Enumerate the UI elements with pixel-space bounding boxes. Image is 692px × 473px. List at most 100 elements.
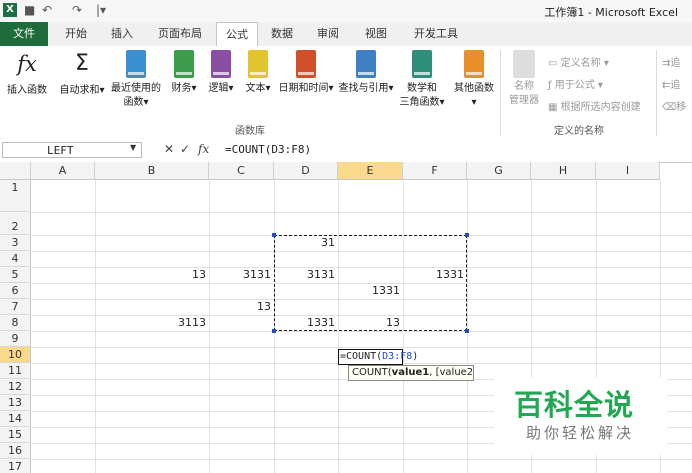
trace-dependents-button[interactable]: ⇇追 [662, 76, 680, 91]
cell-c5[interactable]: 3131 [209, 268, 271, 282]
recent-functions-button[interactable]: 最近使用的 函数▾ [108, 50, 164, 110]
row-header-5[interactable]: 5 [0, 267, 31, 283]
create-from-selection-button[interactable]: ▦ 根据所选内容创建 [548, 98, 641, 113]
redo-icon[interactable]: ↷ [72, 3, 82, 17]
window-title: 工作簿1 - Microsoft Excel [544, 6, 678, 19]
cell-b5[interactable]: 13 [95, 268, 206, 282]
column-header-i[interactable]: I [596, 162, 660, 180]
row-header-12[interactable]: 12 [0, 379, 31, 395]
tab-insert[interactable]: 插入 [102, 22, 142, 46]
book-text-icon [248, 50, 268, 78]
tab-file[interactable]: 文件 [0, 22, 48, 46]
formula-input[interactable]: =COUNT(D3:F8) [222, 142, 690, 158]
row-header-8[interactable]: 8 [0, 315, 31, 331]
more-functions-button[interactable]: 其他函数 ▾ [450, 50, 498, 110]
book-star-icon [126, 50, 146, 78]
column-header-d[interactable]: D [274, 162, 338, 180]
range-handle[interactable] [272, 329, 276, 333]
gridline [209, 180, 210, 473]
use-in-formula-button[interactable]: ƒ 用于公式 ▾ [548, 76, 603, 91]
logical-button[interactable]: 逻辑▾ [205, 50, 237, 96]
book-calendar-icon [296, 50, 316, 78]
trace-precedents-button[interactable]: ⇉追 [662, 54, 680, 69]
function-argument-tooltip[interactable]: COUNT(value1, [value2], ... [348, 365, 474, 381]
function-library-group-label: 函数库 [235, 126, 265, 137]
math-label-line2: 三角函数 [399, 97, 440, 108]
insert-function-icon[interactable]: fx [198, 142, 209, 156]
name-manager-button[interactable]: 名称 管理器 [506, 50, 542, 108]
range-handle[interactable] [465, 329, 469, 333]
row-header-2[interactable]: 2 [0, 212, 31, 235]
autosum-button[interactable]: Σ 自动求和▾ [58, 50, 106, 98]
remove-arrows-button[interactable]: ⌫移 [662, 98, 686, 113]
define-name-button[interactable]: ▭ 定义名称 ▾ [548, 54, 609, 69]
defined-names-group-label: 定义的名称 [554, 126, 604, 137]
group-separator [500, 50, 501, 136]
recent-label-line1: 最近使用的 [111, 83, 161, 94]
watermark-subtitle: 助你轻松解决 [526, 424, 635, 442]
tooltip-function[interactable]: COUNT( [352, 367, 392, 378]
row-header-6[interactable]: 6 [0, 283, 31, 299]
row-header-11[interactable]: 11 [0, 363, 31, 379]
tab-view[interactable]: 视图 [356, 22, 396, 46]
cell-c7[interactable]: 13 [209, 300, 271, 314]
tab-page-layout[interactable]: 页面布局 [150, 22, 210, 46]
datetime-button[interactable]: 日期和时间▾ [278, 50, 334, 96]
insert-function-button[interactable]: fx 插入函数 [3, 50, 51, 98]
worksheet-grid[interactable]: A B C D E F G H I 1 2 3 4 5 6 7 8 9 10 1… [0, 162, 692, 473]
book-money-icon [174, 50, 194, 78]
column-header-c[interactable]: C [209, 162, 274, 180]
row-header-7[interactable]: 7 [0, 299, 31, 315]
gridline [467, 180, 468, 473]
tab-developer[interactable]: 开发工具 [406, 22, 466, 46]
row-header-17[interactable]: 17 [0, 459, 31, 473]
text-functions-button[interactable]: 文本▾ [242, 50, 274, 96]
financial-button[interactable]: 财务▾ [168, 50, 200, 96]
tab-review[interactable]: 审阅 [308, 22, 348, 46]
math-trig-button[interactable]: 数学和 三角函数▾ [396, 50, 448, 110]
column-header-e[interactable]: E [338, 162, 403, 180]
trace-dependents-label: 追 [670, 80, 681, 91]
column-header-b[interactable]: B [95, 162, 209, 180]
lookup-reference-button[interactable]: 查找与引用▾ [337, 50, 395, 96]
enter-icon[interactable]: ✓ [180, 142, 190, 156]
sigma-icon: Σ [75, 51, 89, 76]
qat-customize-icon[interactable]: |▾ [96, 3, 106, 17]
column-header-f[interactable]: F [403, 162, 467, 180]
chevron-down-icon[interactable]: ▼ [130, 143, 136, 152]
tab-data[interactable]: 数据 [262, 22, 302, 46]
range-marquee [274, 235, 467, 331]
row-header-16[interactable]: 16 [0, 443, 31, 459]
tab-formulas[interactable]: 公式 [216, 22, 258, 47]
select-all-corner[interactable] [0, 162, 31, 180]
column-header-g[interactable]: G [467, 162, 531, 180]
row-header-15[interactable]: 15 [0, 427, 31, 443]
eraser-icon: ⌫ [662, 102, 677, 113]
undo-icon[interactable]: ↶ [42, 3, 52, 17]
cell-b8[interactable]: 3113 [95, 316, 206, 330]
row-header-4[interactable]: 4 [0, 251, 31, 267]
column-header-a[interactable]: A [31, 162, 95, 180]
row-header-9[interactable]: 9 [0, 331, 31, 347]
row-header-14[interactable]: 14 [0, 411, 31, 427]
range-handle[interactable] [465, 233, 469, 237]
save-icon[interactable]: ■ [24, 3, 35, 17]
active-cell-e10-editor[interactable]: =COUNT(D3:F8) [338, 349, 418, 365]
column-header-h[interactable]: H [531, 162, 596, 180]
row-header-10[interactable]: 10 [0, 347, 31, 363]
insert-function-label: 插入函数 [7, 85, 47, 96]
watermark: 百科全说 助你轻松解决 [494, 378, 667, 455]
row-header-3[interactable]: 3 [0, 235, 31, 251]
tab-home[interactable]: 开始 [56, 22, 96, 46]
recent-label-line2: 函数 [123, 97, 144, 108]
cancel-icon[interactable]: ✕ [164, 142, 174, 156]
name-manager-label1: 名称 [514, 81, 534, 92]
title-bar: X ■ ↶ ↷ |▾ 工作簿1 - Microsoft Excel [0, 0, 692, 23]
range-handle[interactable] [272, 233, 276, 237]
chevron-down-icon: ▾ [99, 85, 105, 96]
formula-bar: LEFT ▼ ✕ ✓ fx =COUNT(D3:F8) [0, 140, 692, 163]
name-box[interactable]: LEFT [2, 142, 142, 158]
more-label-line1: 其他函数 [454, 83, 494, 94]
row-header-13[interactable]: 13 [0, 395, 31, 411]
row-header-1[interactable]: 1 [0, 180, 31, 212]
